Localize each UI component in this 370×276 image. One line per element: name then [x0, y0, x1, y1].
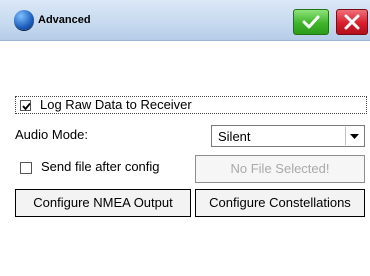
send-file-label: Send file after config — [41, 159, 160, 174]
checkmark-icon — [302, 15, 320, 29]
configure-nmea-output-button[interactable]: Configure NMEA Output — [15, 189, 191, 217]
audio-mode-value: Silent — [218, 129, 251, 144]
window-title: Advanced — [38, 14, 91, 26]
dropdown-arrow-icon[interactable] — [345, 127, 363, 145]
audio-mode-label: Audio Mode: — [15, 127, 88, 142]
send-file-checkbox[interactable] — [20, 162, 32, 174]
globe-icon — [14, 10, 34, 30]
title-bar: Advanced — [0, 0, 370, 41]
ok-button[interactable] — [293, 9, 329, 35]
log-raw-data-checkbox[interactable] — [20, 100, 31, 111]
no-file-selected-button[interactable]: No File Selected! — [195, 155, 365, 183]
log-raw-data-row[interactable]: Log Raw Data to Receiver — [15, 96, 367, 114]
audio-mode-select[interactable]: Silent — [211, 125, 365, 147]
close-x-icon — [344, 14, 360, 30]
close-button[interactable] — [336, 9, 368, 35]
checkmark-icon — [22, 102, 31, 111]
log-raw-data-label: Log Raw Data to Receiver — [40, 97, 192, 112]
configure-constellations-button[interactable]: Configure Constellations — [195, 189, 365, 217]
